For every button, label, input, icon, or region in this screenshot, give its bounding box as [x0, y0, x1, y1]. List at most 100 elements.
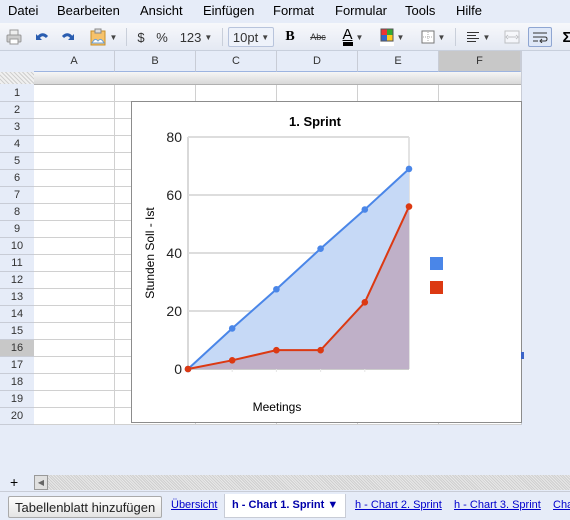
column-header-c[interactable]: C [196, 51, 277, 72]
row-header[interactable]: 13 [0, 289, 34, 306]
chart-container[interactable]: 0 20 40 60 80 1. Sprint Meetings Stunden Sol… [131, 101, 522, 423]
row-header[interactable]: 4 [0, 136, 34, 153]
row-header[interactable]: 20 [0, 408, 34, 425]
menu-einfuegen[interactable]: Einfügen [203, 3, 254, 18]
sheet-tab-chart-3-sprint[interactable]: h - Chart 3. Sprint [454, 499, 541, 511]
menu-format[interactable]: Format [273, 3, 314, 18]
series-2-point[interactable] [273, 346, 280, 354]
row-header[interactable]: 8 [0, 204, 34, 221]
fill-color-button[interactable]: ▼ [377, 27, 407, 47]
sheet-tab-chart-2-sprint[interactable]: h - Chart 2. Sprint [355, 499, 442, 511]
series-2-point[interactable] [405, 203, 413, 210]
toolbar-separator [455, 28, 456, 46]
sheet-tab-chart-4[interactable]: Cha [553, 499, 570, 511]
merge-cells-button[interactable] [502, 27, 522, 47]
align-left-icon [466, 32, 479, 42]
row-header[interactable]: 12 [0, 272, 34, 289]
row-header[interactable]: 15 [0, 323, 34, 340]
print-icon [6, 29, 22, 45]
series-2-point[interactable] [184, 365, 192, 373]
borders-button[interactable]: ▼ [419, 27, 447, 47]
toolbar-separator [126, 28, 127, 46]
row-header[interactable]: 11 [0, 255, 34, 272]
y-tick-label: 80 [166, 129, 182, 145]
freeze-rows-handle[interactable] [0, 72, 34, 84]
menu-formular[interactable]: Formular [335, 3, 387, 18]
currency-format-button[interactable]: $ [134, 27, 148, 47]
menu-datei[interactable]: Datei [8, 3, 38, 18]
paste-format-button[interactable]: ▼ [88, 27, 118, 47]
chevron-down-icon: ▼ [355, 32, 364, 42]
series-1-point[interactable] [405, 165, 413, 173]
scroll-left-button[interactable]: ◀ [34, 475, 48, 490]
sheet-tab-bar: Tabellenblatt hinzufügen Übersicht h - C… [0, 491, 570, 520]
row-header[interactable]: 19 [0, 391, 34, 408]
row-header[interactable]: 5 [0, 153, 34, 170]
chart-resize-handle[interactable] [521, 352, 524, 359]
strikethrough-button[interactable]: Abc [307, 27, 329, 47]
font-size-dropdown[interactable]: 10pt ▼ [228, 27, 274, 47]
sum-button[interactable]: Σ [560, 27, 570, 47]
chevron-down-icon: ▼ [396, 32, 405, 42]
chevron-down-icon: ▼ [204, 32, 213, 42]
row-header[interactable]: 2 [0, 102, 34, 119]
column-header-d[interactable]: D [277, 51, 358, 72]
series-2-point[interactable] [317, 346, 324, 354]
row-header[interactable]: 7 [0, 187, 34, 204]
row-header[interactable]: 14 [0, 306, 34, 323]
column-header-a[interactable]: A [34, 51, 115, 72]
number-format-dropdown[interactable]: 123 ▼ [178, 27, 214, 47]
menu-bar: Datei Bearbeiten Ansicht Einfügen Format… [0, 0, 570, 23]
column-headers: A B C D E F [34, 51, 521, 72]
column-header-e[interactable]: E [358, 51, 439, 72]
sheet-tab-uebersicht[interactable]: Übersicht [171, 499, 217, 511]
series-2-point[interactable] [228, 357, 236, 364]
add-sheet-button[interactable]: Tabellenblatt hinzufügen [8, 496, 163, 518]
menu-bearbeiten[interactable]: Bearbeiten [57, 3, 120, 18]
series-1-point[interactable] [317, 245, 324, 252]
row-header[interactable]: 3 [0, 119, 34, 136]
frozen-rows-bar [34, 72, 521, 85]
chevron-down-icon: ▼ [261, 32, 270, 42]
wrap-text-icon [533, 32, 548, 43]
borders-icon [421, 30, 435, 44]
arrow-left-icon: ◀ [37, 478, 45, 487]
menu-hilfe[interactable]: Hilfe [456, 3, 482, 18]
column-header-b[interactable]: B [115, 51, 196, 72]
undo-button[interactable] [32, 27, 50, 47]
series-1-point[interactable] [273, 285, 280, 293]
series-1-point[interactable] [361, 206, 369, 213]
clipboard-icon [90, 28, 106, 46]
row-header[interactable]: 6 [0, 170, 34, 187]
series-2-point[interactable] [361, 299, 369, 306]
percent-format-button[interactable]: % [154, 27, 170, 47]
sheet-tab-chart-1-sprint[interactable]: h - Chart 1. Sprint ▼ [224, 494, 347, 518]
redo-button[interactable] [60, 27, 78, 47]
row-header[interactable]: 1 [0, 85, 34, 102]
row-header[interactable]: 17 [0, 357, 34, 374]
print-button[interactable] [5, 27, 23, 47]
toolbar: ▼ $ % 123 ▼ 10pt ▼ B Abc A ▼ ▼ ▼ ▼ Σ [0, 23, 570, 51]
menu-ansicht[interactable]: Ansicht [140, 3, 183, 18]
legend-swatch-series-1[interactable] [430, 257, 443, 270]
row-header[interactable]: 18 [0, 374, 34, 391]
toolbar-separator [222, 28, 223, 46]
fill-color-icon [379, 28, 394, 46]
legend-swatch-series-2[interactable] [430, 281, 443, 294]
grid-empty-area [521, 51, 570, 425]
row-header[interactable]: 9 [0, 221, 34, 238]
row-header[interactable]: 10 [0, 238, 34, 255]
align-dropdown[interactable]: ▼ [463, 27, 493, 47]
text-color-button[interactable]: A ▼ [338, 27, 368, 47]
wrap-text-button[interactable] [528, 27, 552, 47]
add-rows-button[interactable]: + [10, 474, 18, 490]
horizontal-scrollbar[interactable] [48, 475, 570, 490]
bold-button[interactable]: B [282, 27, 298, 47]
menu-tools[interactable]: Tools [405, 3, 435, 18]
row-header-selected[interactable]: 16 [0, 340, 34, 357]
font-size-value: 10pt [232, 29, 259, 45]
series-1-point[interactable] [228, 325, 236, 332]
column-header-f[interactable]: F [439, 51, 521, 72]
number-format-label: 123 [179, 29, 202, 45]
x-axis-label: Meetings [253, 400, 302, 414]
